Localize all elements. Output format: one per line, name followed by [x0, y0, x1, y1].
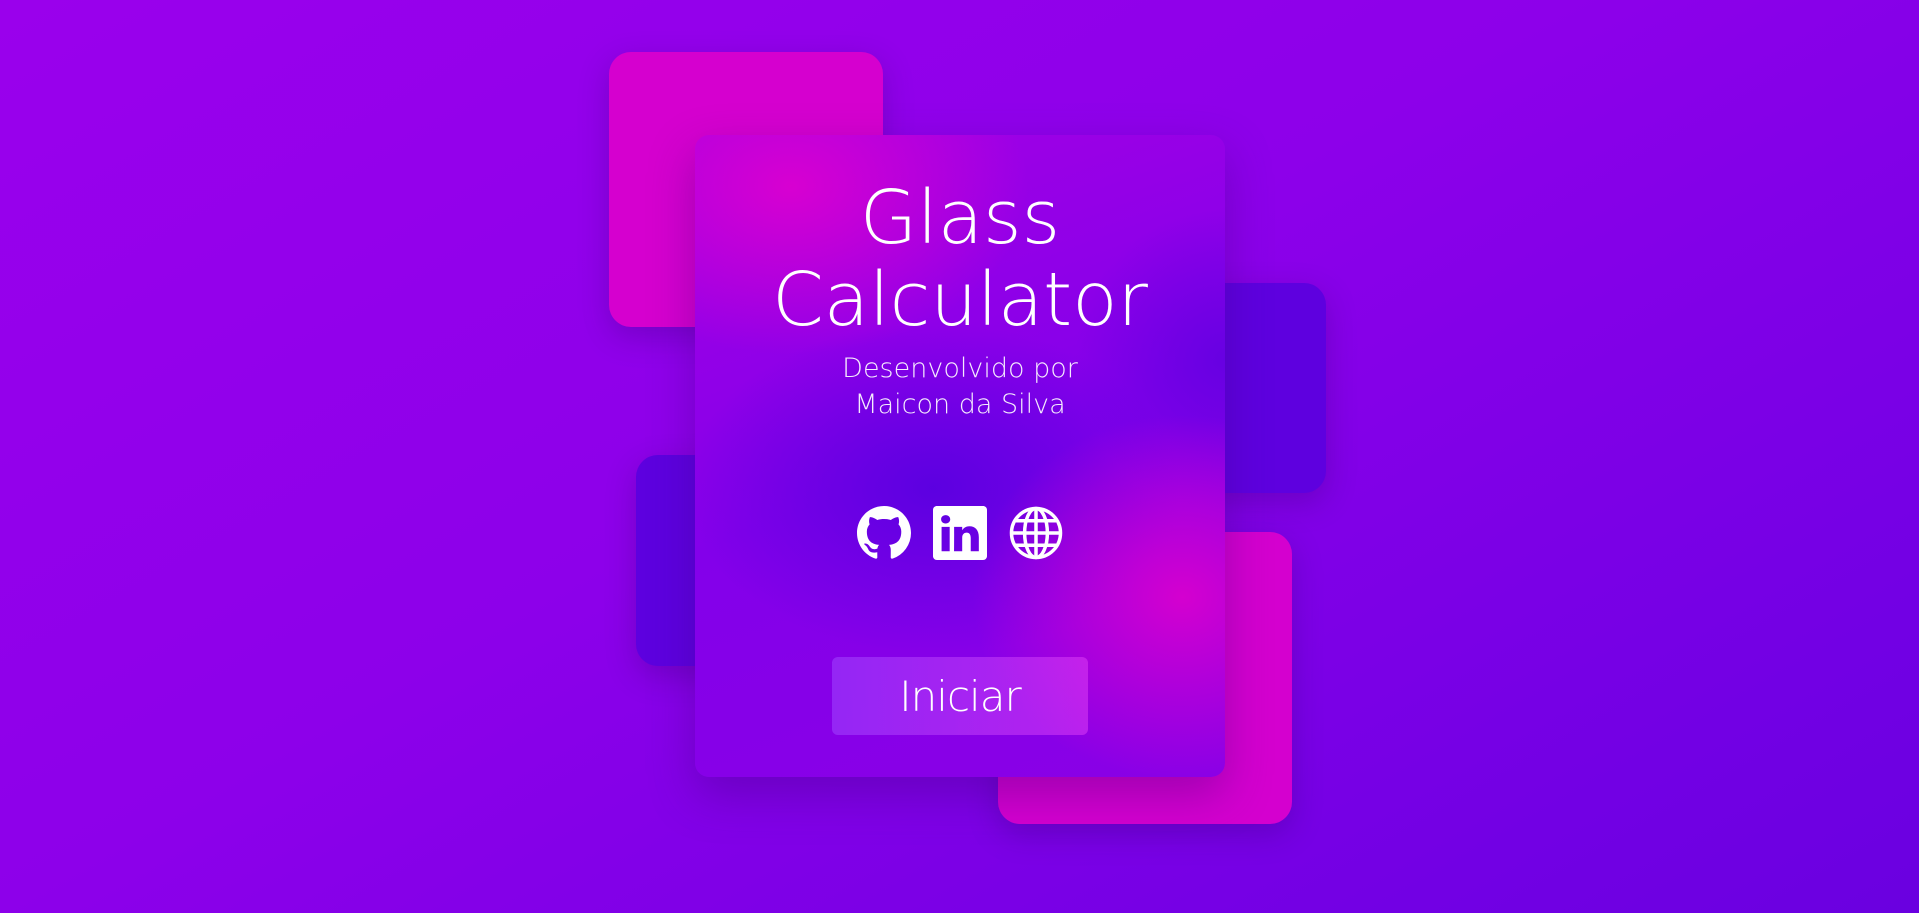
social-links	[695, 505, 1225, 561]
author-credit: Desenvolvido por Maicon da Silva	[695, 351, 1225, 423]
website-link[interactable]	[1008, 505, 1064, 561]
globe-icon	[1009, 506, 1063, 560]
github-link[interactable]	[856, 505, 912, 561]
github-icon	[857, 506, 911, 559]
author-credit-line2: Maicon da Silva	[854, 389, 1066, 420]
linkedin-link[interactable]	[932, 505, 988, 561]
author-credit-line1: Desenvolvido por	[842, 353, 1078, 384]
app-title-line1: Glass	[859, 175, 1061, 261]
start-button[interactable]: Iniciar	[832, 657, 1088, 735]
linkedin-icon	[933, 506, 987, 560]
app-title-line2: Calculator	[772, 257, 1148, 343]
app-title: Glass Calculator	[695, 177, 1225, 341]
glass-card: Glass Calculator Desenvolvido por Maicon…	[695, 135, 1225, 777]
